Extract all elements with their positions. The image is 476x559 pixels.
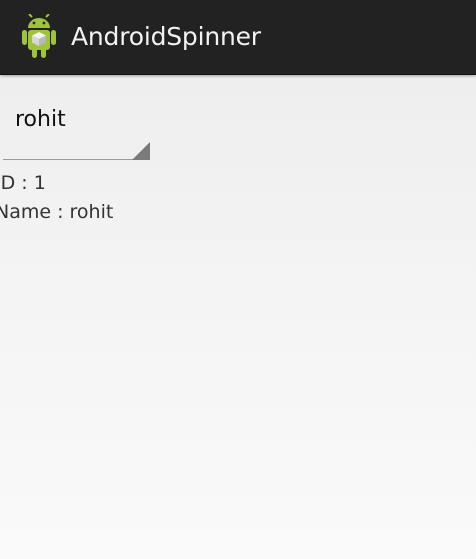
spinner-underline xyxy=(3,159,150,160)
app-title: AndroidSpinner xyxy=(71,22,261,51)
name-spinner[interactable]: rohit xyxy=(3,92,150,160)
dropdown-arrow-icon xyxy=(132,142,150,160)
spinner-selected-value: rohit xyxy=(15,107,66,132)
android-robot-icon xyxy=(20,13,58,60)
name-label: Name : rohit xyxy=(0,201,114,223)
action-bar: AndroidSpinner xyxy=(0,0,476,75)
id-label: ID : 1 xyxy=(0,172,46,194)
